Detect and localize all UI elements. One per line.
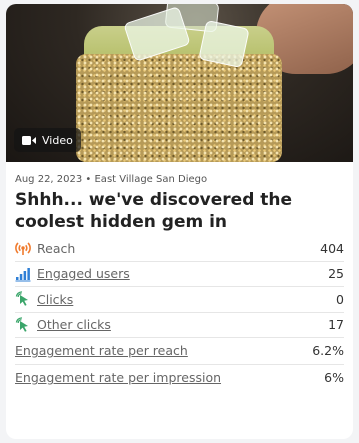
metric-row-engaged-users: Engaged users 25 [15,262,344,287]
post-card: Video Aug 22, 2023 • East Village San Di… [6,4,353,439]
video-badge: Video [14,128,81,152]
engagement-rate-per-impression-link[interactable]: Engagement rate per impression [15,370,221,385]
post-thumbnail[interactable]: Video [6,4,353,162]
metrics-list: Reach 404 Engaged users 25 Clicks 0 Othe… [6,236,353,391]
post-title[interactable]: Shhh... we've discovered the coolest hid… [15,189,344,233]
engagement-rate-per-reach-link[interactable]: Engagement rate per reach [15,343,188,358]
bar-chart-icon [15,266,31,282]
metric-value: 25 [328,266,344,282]
metric-row-clicks: Clicks 0 [15,287,344,313]
clicks-link[interactable]: Clicks [37,292,73,307]
video-badge-label: Video [42,133,73,147]
metric-value: 6% [324,370,344,386]
metric-value: 404 [320,240,344,256]
metric-row-engagement-rate-impression: Engagement rate per impression 6% [15,365,344,392]
engaged-users-link[interactable]: Engaged users [37,266,130,281]
metric-label: Reach [37,240,76,256]
video-camera-icon [22,135,36,145]
metric-row-reach: Reach 404 [15,236,344,262]
metric-value: 0 [336,291,344,307]
cursor-click-icon [15,291,31,307]
post-meta: Aug 22, 2023 • East Village San Diego [15,174,208,185]
metric-row-other-clicks: Other clicks 17 [15,313,344,338]
other-clicks-link[interactable]: Other clicks [37,317,111,332]
metric-value: 17 [328,317,344,333]
metric-value: 6.2% [312,343,344,359]
reach-icon [15,240,31,256]
metric-row-engagement-rate-reach: Engagement rate per reach 6.2% [15,338,344,365]
cursor-click-icon [15,317,31,333]
thumbnail-glass-rim [76,54,282,162]
